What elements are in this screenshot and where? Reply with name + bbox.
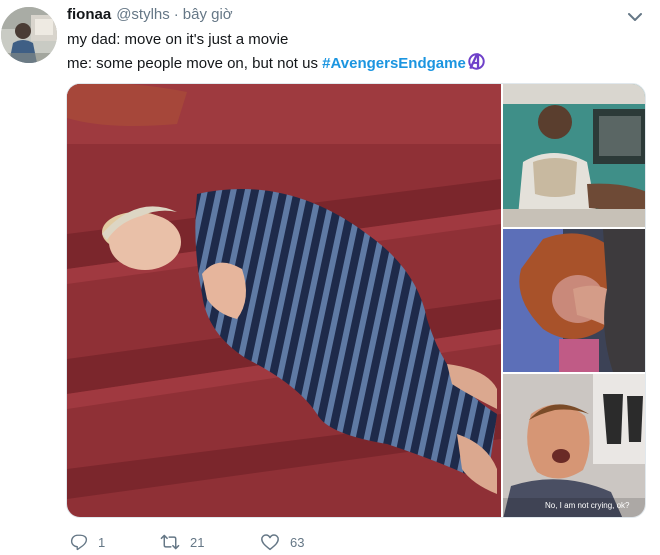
avengers-logo-icon bbox=[467, 52, 486, 77]
like-button[interactable]: 63 bbox=[260, 533, 304, 551]
display-name[interactable]: fionaa bbox=[67, 6, 111, 23]
user-handle[interactable]: @stylhs bbox=[116, 6, 170, 23]
tweet-header: fionaa @stylhs · bây giờ bbox=[67, 6, 233, 26]
like-count: 63 bbox=[290, 534, 305, 550]
media-photo-main[interactable] bbox=[67, 84, 501, 517]
heart-icon bbox=[260, 533, 280, 551]
media-photo-3[interactable] bbox=[503, 229, 645, 372]
retweet-icon bbox=[160, 533, 180, 551]
timestamp[interactable]: bây giờ bbox=[183, 6, 233, 23]
avatar[interactable] bbox=[1, 7, 57, 63]
tweet-text-prefix: me: some people move on, but not us bbox=[67, 55, 323, 72]
reply-button[interactable]: 1 bbox=[70, 533, 160, 551]
tweet-text-line-1: my dad: move on it's just a movie bbox=[67, 31, 289, 48]
media-photo-2[interactable] bbox=[503, 84, 645, 227]
hashtag-link[interactable]: #AvengersEndgame bbox=[322, 55, 466, 72]
reply-icon bbox=[70, 533, 88, 551]
retweet-button[interactable]: 21 bbox=[160, 533, 260, 551]
media-caption: No, I am not crying, ok? bbox=[545, 501, 630, 510]
media-photo-4[interactable]: No, I am not crying, ok? bbox=[503, 374, 645, 517]
tweet-text-line-2: me: some people move on, but not us #Ave… bbox=[67, 52, 486, 77]
tweet: fionaa @stylhs · bây giờ my dad: move on… bbox=[0, 0, 660, 555]
tweet-actions: 1 21 63 bbox=[70, 531, 304, 553]
media-grid: No, I am not crying, ok? bbox=[66, 83, 646, 518]
chevron-down-icon[interactable] bbox=[627, 10, 643, 22]
separator-dot: · bbox=[173, 6, 179, 23]
retweet-count: 21 bbox=[190, 534, 205, 550]
reply-count: 1 bbox=[98, 534, 106, 550]
